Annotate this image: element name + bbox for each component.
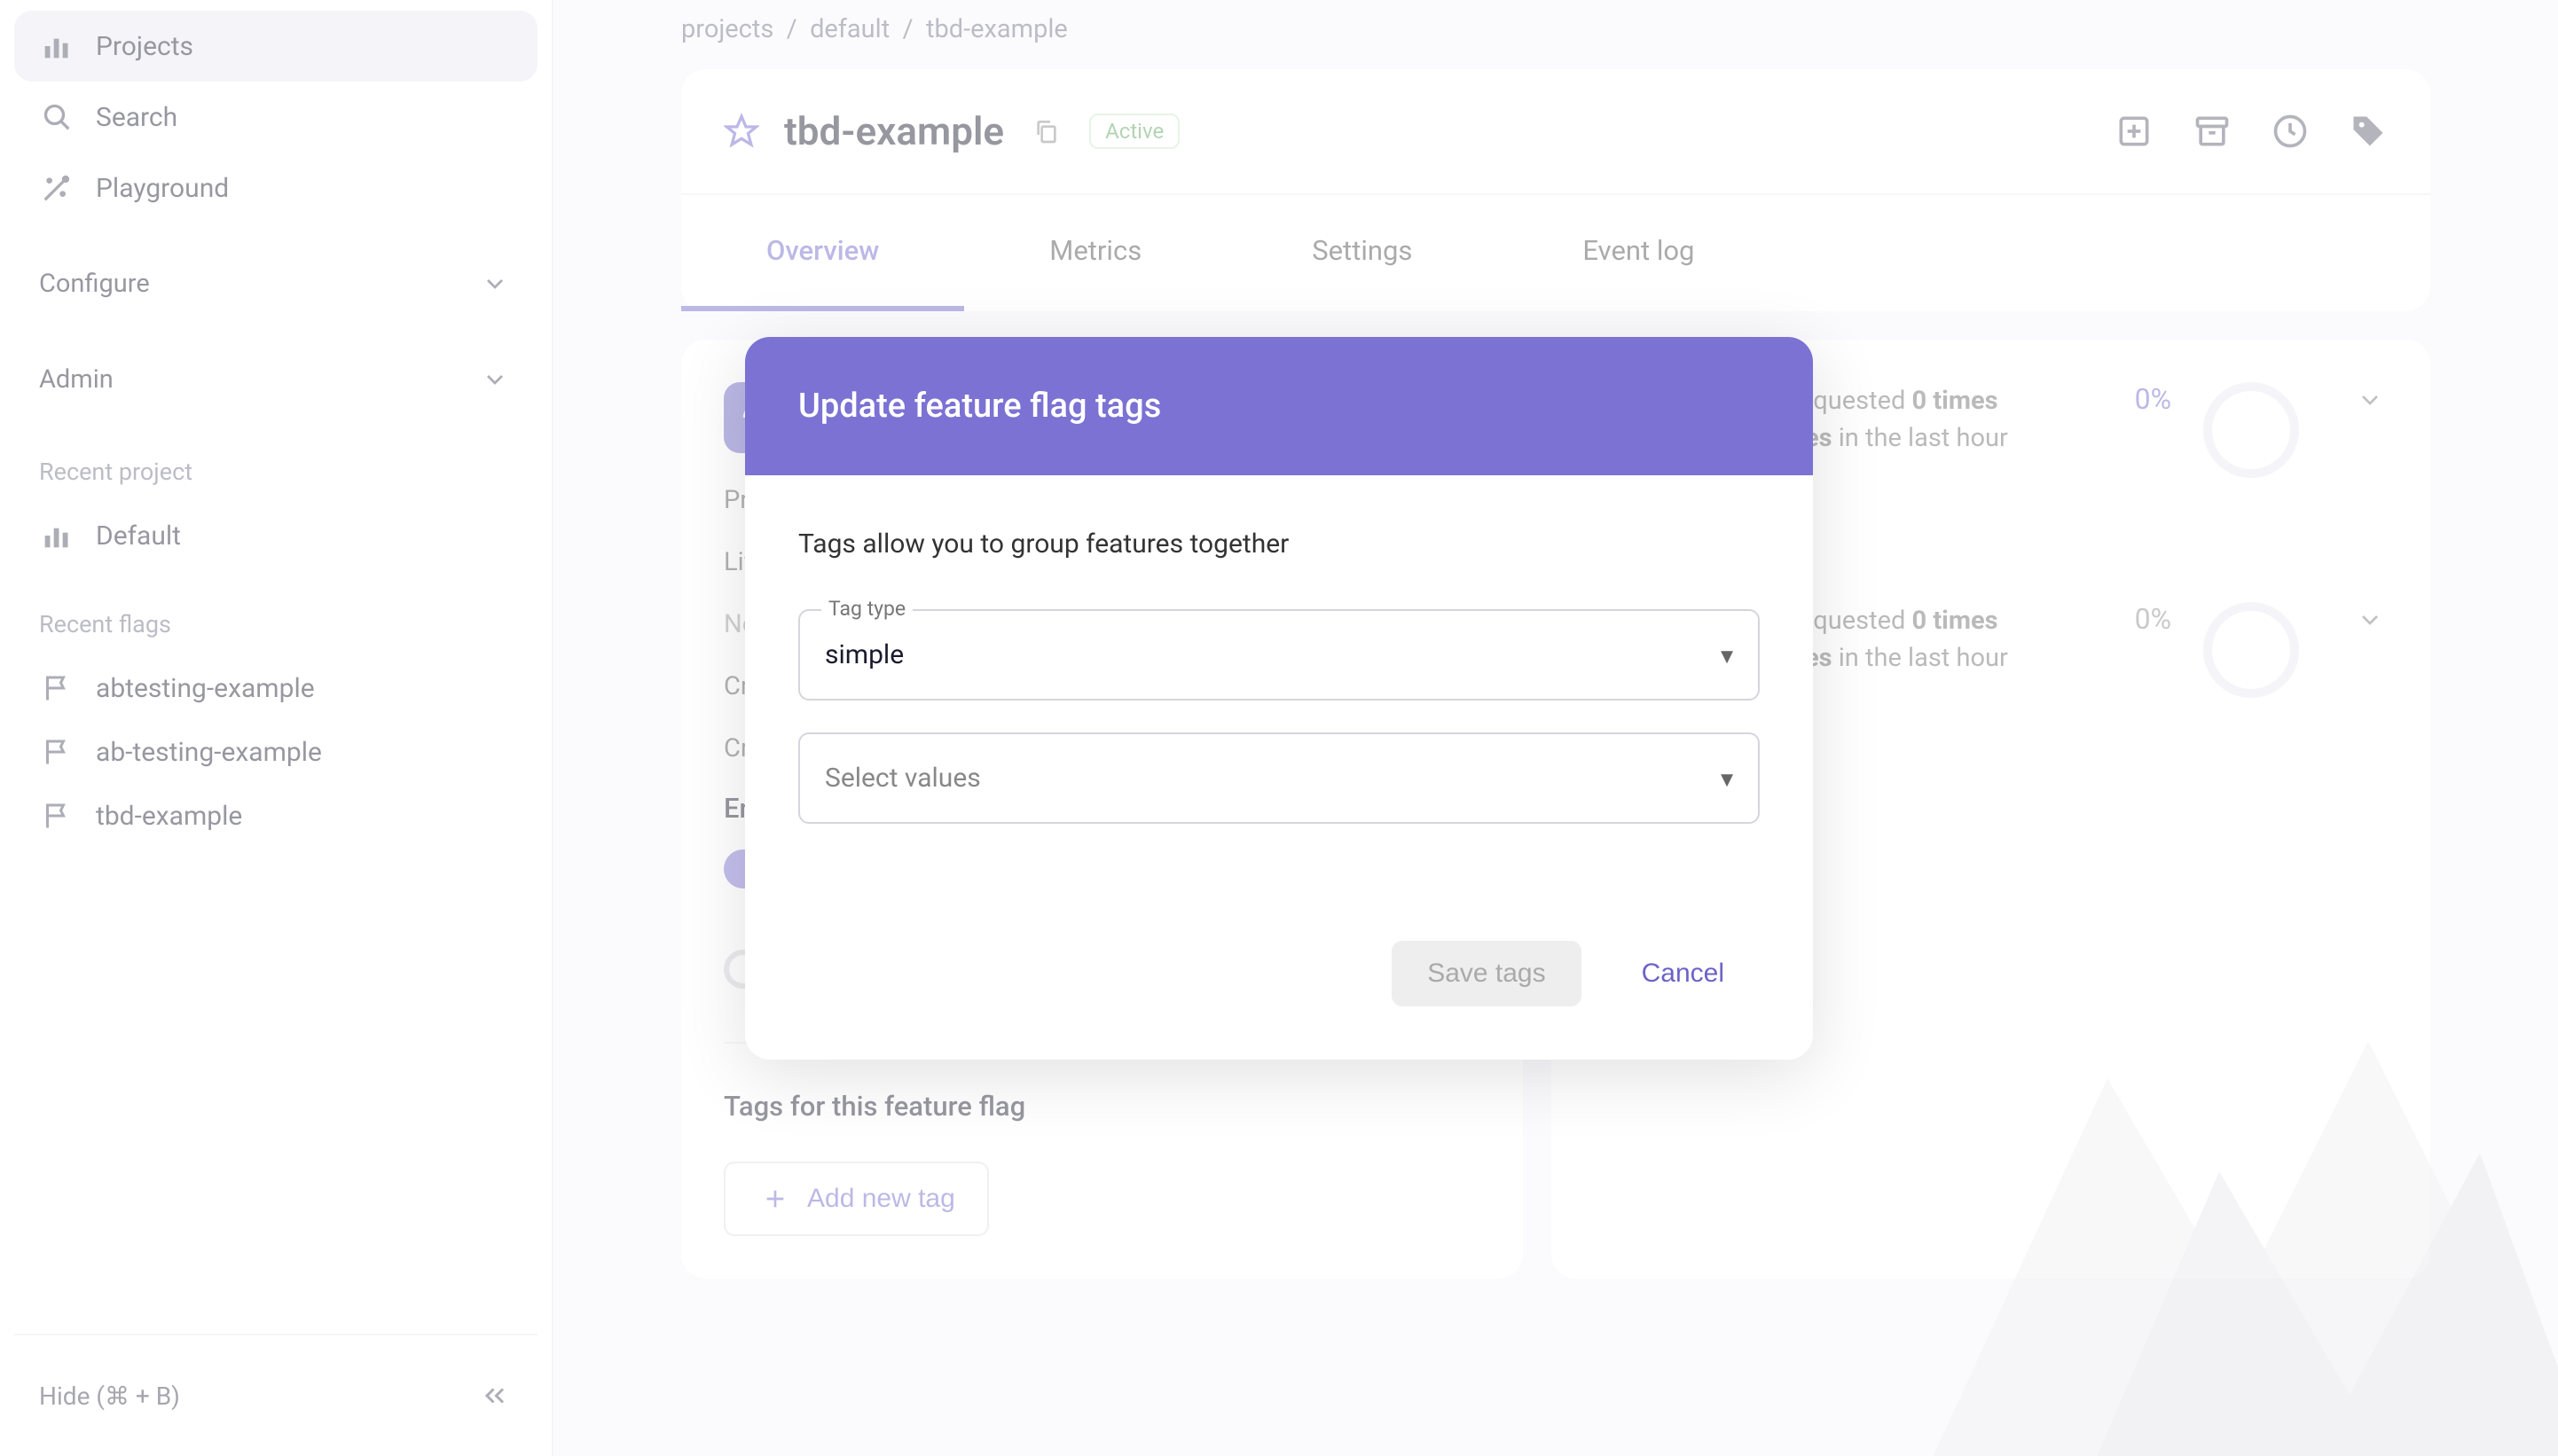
- field-value: simple: [825, 639, 904, 670]
- field-placeholder: Select values: [825, 763, 981, 794]
- modal-help-text: Tags allow you to group features togethe…: [798, 528, 1760, 560]
- chevron-down-icon: ▾: [1721, 763, 1733, 793]
- update-tags-modal: Update feature flag tags Tags allow you …: [745, 337, 1813, 1060]
- cancel-button[interactable]: Cancel: [1606, 941, 1760, 1006]
- chevron-down-icon: ▾: [1721, 640, 1733, 669]
- tag-values-select[interactable]: Select values ▾: [798, 732, 1760, 824]
- modal-title: Update feature flag tags: [745, 337, 1813, 475]
- tag-type-select[interactable]: Tag type simple ▾: [798, 609, 1760, 701]
- field-label: Tag type: [821, 597, 913, 621]
- save-tags-button[interactable]: Save tags: [1392, 941, 1581, 1006]
- modal-overlay[interactable]: Update feature flag tags Tags allow you …: [0, 0, 2558, 1456]
